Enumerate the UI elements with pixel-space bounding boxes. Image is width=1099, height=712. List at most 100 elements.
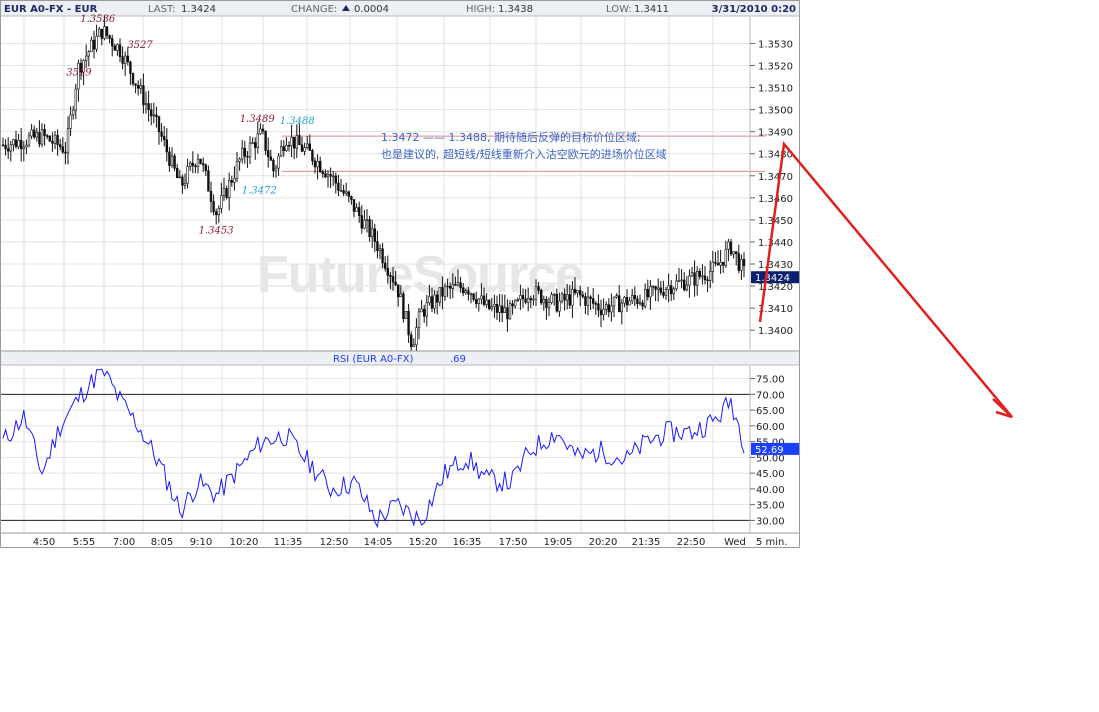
candle-body	[503, 307, 506, 313]
candle-body	[662, 292, 665, 296]
candle-body	[230, 180, 233, 183]
candle-body	[311, 150, 314, 162]
candle-body	[373, 228, 376, 242]
candle-body	[61, 146, 65, 153]
candle-body	[430, 296, 434, 309]
candle-body	[558, 300, 561, 312]
candle-body	[121, 56, 124, 64]
candle-body	[630, 295, 634, 302]
candle-body	[357, 207, 361, 216]
candle-body	[165, 139, 168, 153]
candle-body	[157, 116, 161, 133]
header-bar: EUR A0-FX - EUR LAST: 1.3424 CHANGE: 0.0…	[1, 1, 799, 17]
candle-body	[643, 288, 647, 307]
candle-body	[519, 295, 522, 300]
candle-body	[441, 287, 444, 297]
candle-body	[399, 293, 402, 298]
rsi-title: RSI (EUR A0-FX)	[333, 354, 414, 365]
candle-body	[329, 174, 332, 177]
candle-body	[654, 286, 657, 290]
candle-body	[243, 147, 246, 157]
price-annotation: 1.3489	[240, 114, 276, 125]
candle-body	[251, 142, 254, 144]
candle-body	[602, 308, 605, 316]
candle-body	[51, 140, 54, 144]
candle-body	[233, 178, 236, 183]
candle-body	[134, 83, 137, 86]
candle-body	[438, 287, 441, 303]
candle-body	[316, 160, 319, 168]
last-price-marker: 1.3424	[751, 271, 799, 284]
header-background	[1, 1, 799, 16]
candle-body	[152, 114, 155, 117]
candle-body	[641, 302, 644, 307]
rsi-title-value: .69	[450, 354, 466, 365]
candle-body	[318, 160, 322, 173]
candle-body	[256, 133, 259, 148]
candle-body	[636, 298, 639, 305]
candle-body	[732, 251, 735, 255]
candle-body	[176, 167, 179, 179]
candle-body	[326, 174, 330, 178]
candle-body	[56, 134, 59, 145]
candle-body	[40, 129, 44, 145]
candle-body	[90, 39, 93, 53]
candle-body	[207, 170, 210, 192]
candle-body	[599, 309, 603, 316]
candle-body	[706, 279, 709, 282]
candle-body	[202, 163, 205, 166]
candle-body	[716, 262, 720, 266]
time-tick-label: 16:35	[453, 537, 482, 548]
candle-body	[347, 191, 350, 197]
candle-body	[74, 88, 78, 111]
candle-body	[246, 155, 249, 158]
candle-body	[45, 135, 49, 137]
candle-body	[464, 290, 467, 294]
rsi-tick-label: 70.00	[756, 390, 785, 401]
change-value: 0.0004	[354, 4, 389, 15]
candle-body	[124, 55, 127, 64]
candle-body	[581, 294, 585, 297]
candle-body	[1, 144, 5, 147]
candle-body	[672, 288, 676, 295]
price-tick-label: 1.3440	[758, 238, 793, 249]
price-tick-label: 1.3520	[758, 62, 793, 73]
candle-body	[446, 285, 449, 288]
time-tick-label: 5:55	[73, 537, 95, 548]
candle-body	[277, 155, 280, 169]
candle-body	[95, 35, 98, 50]
candle-body	[737, 253, 741, 271]
candle-body	[191, 162, 194, 166]
price-panel: FutureSource .com 1.35301.35201.35101.35…	[1, 14, 799, 362]
candle-body	[701, 275, 704, 278]
candle-body	[638, 302, 642, 305]
time-tick-label: 17:50	[499, 537, 528, 548]
candle-body	[487, 299, 491, 310]
candle-body	[550, 294, 553, 303]
candle-body	[228, 180, 231, 198]
candle-body	[677, 280, 681, 282]
time-tick-label: 10:20	[230, 537, 259, 548]
candle-body	[669, 285, 673, 295]
candle-body	[433, 294, 436, 309]
candle-body	[651, 286, 655, 288]
candle-body	[142, 85, 145, 106]
candle-body	[584, 296, 587, 306]
candle-body	[9, 144, 12, 152]
chart-svg: EUR A0-FX - EUR LAST: 1.3424 CHANGE: 0.0…	[0, 0, 1013, 548]
candle-body	[506, 307, 509, 320]
candle-body	[659, 287, 663, 293]
candle-body	[532, 298, 535, 301]
rsi-tick-label: 75.00	[756, 375, 785, 386]
candle-body	[108, 35, 111, 39]
price-tick-label: 1.3490	[758, 128, 793, 139]
candle-body	[511, 303, 514, 307]
candle-body	[126, 55, 130, 63]
candle-body	[552, 293, 556, 296]
rsi-tick-label: 65.00	[756, 406, 785, 417]
candle-body	[521, 295, 525, 300]
candle-body	[649, 286, 652, 298]
candle-body	[565, 294, 569, 301]
candle-body	[480, 295, 483, 300]
candle-body	[118, 44, 122, 57]
